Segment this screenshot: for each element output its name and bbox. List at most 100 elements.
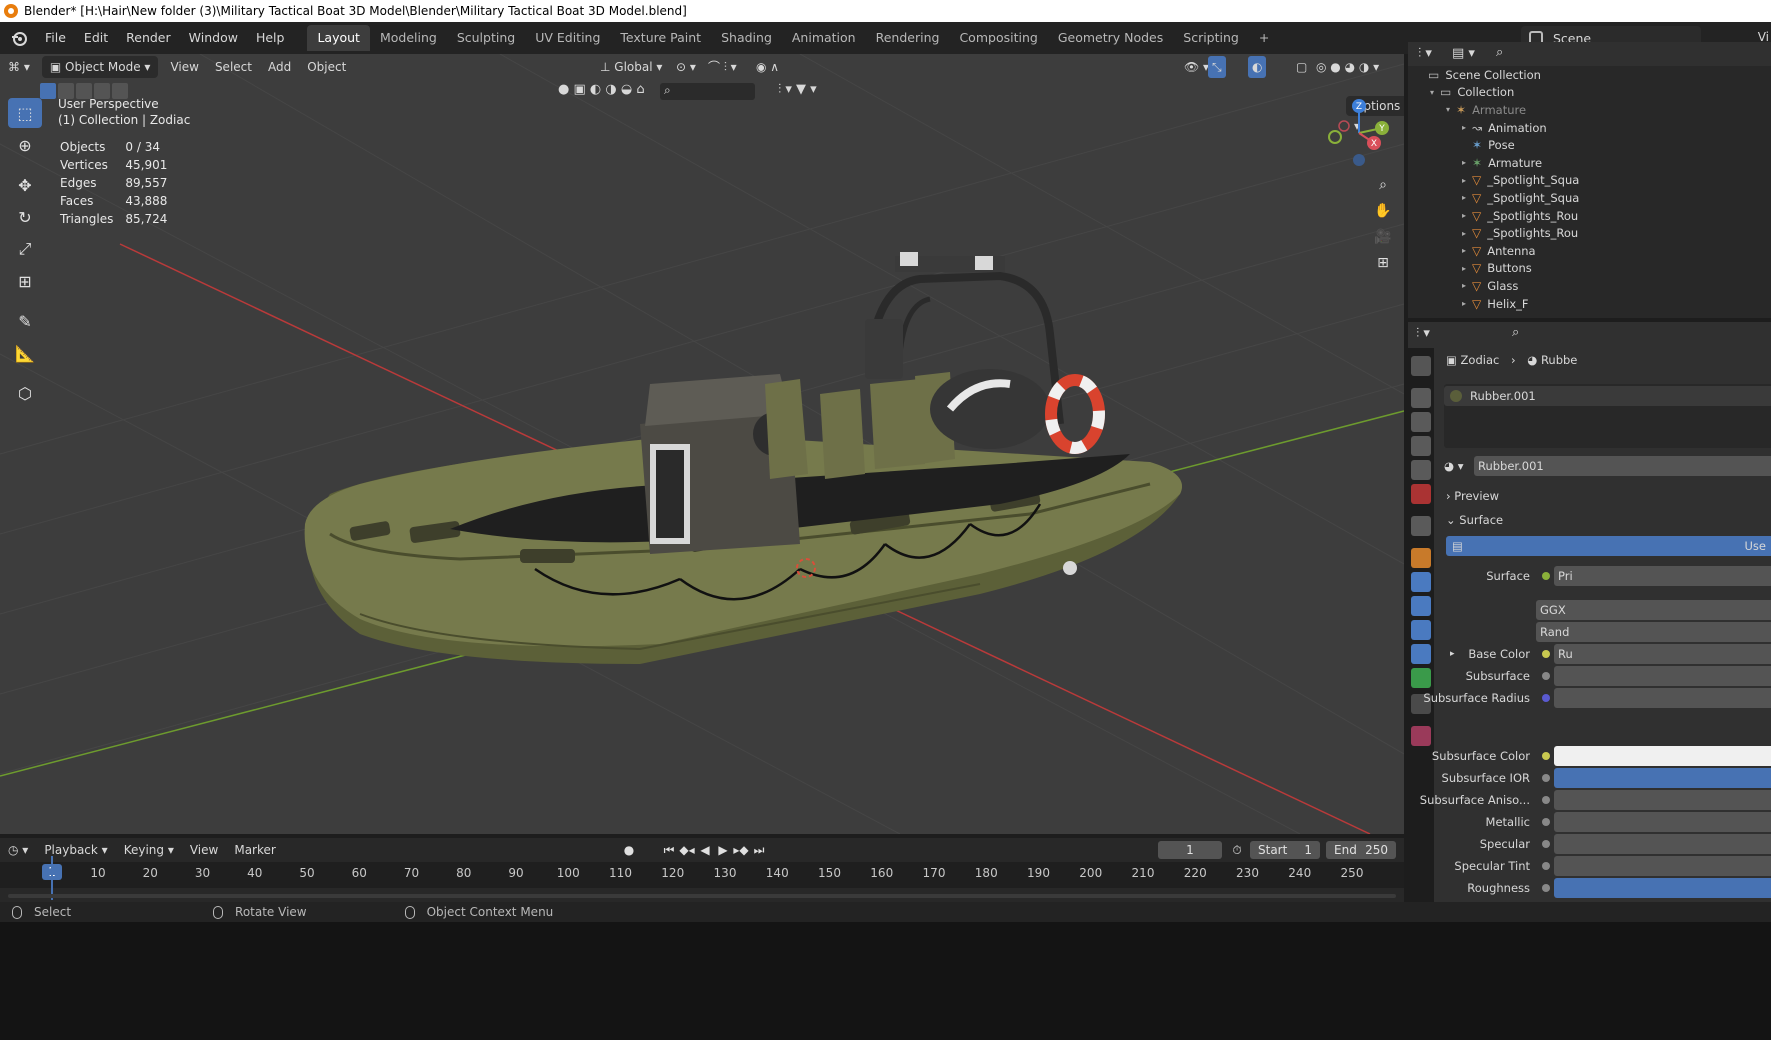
transform-tool-icon[interactable]: ⊞ [8, 266, 42, 296]
gizmo-toggle-icon[interactable]: ⤡ [1208, 56, 1226, 78]
shader-input-field[interactable]: Rand [1536, 622, 1771, 642]
socket-icon[interactable] [1542, 650, 1550, 658]
shader-input-field[interactable]: Ru [1554, 644, 1771, 664]
physics-tab-icon[interactable] [1411, 620, 1431, 640]
expand-right-icon[interactable]: ▸ [1462, 264, 1472, 273]
socket-icon[interactable] [1542, 884, 1550, 892]
menu-help[interactable]: Help [247, 22, 294, 54]
viewport-menu-object[interactable]: Object [299, 56, 354, 78]
shader-input-field[interactable] [1554, 666, 1771, 686]
surface-panel-header[interactable]: ⌄ Surface [1446, 510, 1771, 530]
record-icon[interactable]: ● [620, 840, 638, 860]
object-filter-icons[interactable]: ● ▣ ◐ ◑ ◒ ⌂ [558, 82, 645, 97]
material-name-field[interactable]: Rubber.001 [1474, 456, 1771, 476]
outliner-editor-icon[interactable]: ⫶ ▾ [1418, 46, 1432, 61]
outliner-row[interactable]: ✶ Pose [1408, 136, 1771, 154]
socket-icon[interactable] [1542, 840, 1550, 848]
shader-input-field[interactable] [1554, 834, 1771, 854]
jump-start-icon[interactable]: ⏮ [660, 840, 678, 860]
outliner-row[interactable]: ▸ ▽ Antenna [1408, 242, 1771, 260]
outliner-row[interactable]: ▸ ▽ _Spotlights_Rou [1408, 207, 1771, 225]
timeline-editor-type-icon[interactable]: ◷ ▾ [0, 839, 36, 861]
expand-right-icon[interactable]: ▸ [1462, 299, 1472, 308]
expand-right-icon[interactable]: ▸ [1462, 158, 1472, 167]
outliner-row[interactable]: ▸ ▽ Glass [1408, 277, 1771, 295]
particles-tab-icon[interactable] [1411, 596, 1431, 616]
snap-icon[interactable]: ⌒ ⫶ ▾ [700, 56, 745, 78]
shader-input-field[interactable] [1554, 746, 1771, 766]
expand-right-icon[interactable]: ▸ [1450, 644, 1455, 664]
material-slot-list[interactable]: Rubber.001 [1444, 384, 1771, 448]
expand-right-icon[interactable]: ▸ [1462, 281, 1472, 290]
timeline-menu-view[interactable]: View [182, 839, 226, 861]
annotate-tool-icon[interactable]: ✎ [8, 306, 42, 336]
zoom-icon[interactable]: ⌕ [1372, 174, 1394, 196]
filter-icon[interactable]: ⫶ ▾ ▼ ▾ [778, 82, 817, 97]
tab-geometry-nodes[interactable]: Geometry Nodes [1048, 25, 1173, 51]
properties-editor-icon[interactable]: ⫶ ▾ [1416, 326, 1430, 341]
socket-icon[interactable] [1542, 752, 1550, 760]
menu-file[interactable]: File [36, 22, 75, 54]
expand-right-icon[interactable]: ▸ [1462, 211, 1472, 220]
tab-layout[interactable]: Layout [307, 25, 370, 51]
socket-icon[interactable] [1542, 818, 1550, 826]
data-tab-icon[interactable] [1411, 668, 1431, 688]
outliner-row[interactable]: ▾ ▭ Collection [1408, 84, 1771, 102]
timeline-menu-marker[interactable]: Marker [226, 839, 283, 861]
play-reverse-icon[interactable]: ◀ [696, 840, 714, 860]
material-selector[interactable]: ◕ ▾ Rubber.001 [1444, 456, 1771, 476]
shader-input-field[interactable] [1554, 878, 1771, 898]
tab-modeling[interactable]: Modeling [370, 25, 447, 51]
outliner-row[interactable]: ▭ Scene Collection [1408, 66, 1771, 84]
outliner-row[interactable]: ▸ ▽ Buttons [1408, 260, 1771, 278]
shader-input-field[interactable] [1554, 768, 1771, 788]
object-tab-icon[interactable] [1411, 548, 1431, 568]
socket-icon[interactable] [1542, 796, 1550, 804]
add-workspace-button[interactable]: + [1249, 25, 1279, 51]
camera-view-icon[interactable]: 🎥 [1372, 226, 1394, 248]
preview-range-icon[interactable]: ⏱ [1228, 840, 1246, 860]
socket-icon[interactable] [1542, 672, 1550, 680]
scale-tool-icon[interactable]: ⤢ [8, 234, 42, 264]
socket-icon[interactable] [1542, 862, 1550, 870]
overlay-toggle-icon[interactable]: ◐ [1248, 56, 1267, 78]
material-slot-item[interactable]: Rubber.001 [1444, 386, 1771, 406]
tab-scripting[interactable]: Scripting [1173, 25, 1249, 51]
measure-tool-icon[interactable]: 📐 [8, 338, 42, 368]
constraints-tab-icon[interactable] [1411, 644, 1431, 664]
pivot-icon[interactable]: ⊙ ▾ [668, 56, 704, 78]
tab-texture-paint[interactable]: Texture Paint [610, 25, 711, 51]
play-icon[interactable]: ▶ [714, 840, 732, 860]
display-mode-icon[interactable]: ▤ ▾ [1452, 46, 1475, 61]
socket-icon[interactable] [1542, 774, 1550, 782]
tab-shading[interactable]: Shading [711, 25, 782, 51]
editor-type-button[interactable]: ⌘ ▾ [0, 56, 38, 78]
outliner-search-icon[interactable]: ⌕ [1496, 45, 1503, 60]
socket-icon[interactable] [1542, 572, 1550, 580]
outliner-row[interactable]: ▸ ▽ Helix_F [1408, 295, 1771, 313]
tab-rendering[interactable]: Rendering [866, 25, 950, 51]
3d-viewport[interactable]: ⌘ ▾ ▣ Object Mode ▾ View Select Add Obje… [0, 54, 1404, 834]
expand-right-icon[interactable]: ▸ [1462, 229, 1472, 238]
outliner-row[interactable]: ▾ ✶ Armature [1408, 101, 1771, 119]
tab-animation[interactable]: Animation [782, 25, 866, 51]
collection-tab-icon[interactable] [1411, 516, 1431, 536]
viewport-menu-view[interactable]: View [162, 56, 206, 78]
mode-dropdown[interactable]: ▣ Object Mode ▾ [41, 56, 159, 78]
jump-end-icon[interactable]: ⏭ [750, 840, 768, 860]
scene-tab-icon[interactable] [1411, 460, 1431, 480]
next-keyframe-icon[interactable]: ▸◆ [732, 840, 750, 860]
expand-right-icon[interactable]: ▸ [1462, 176, 1472, 185]
end-frame-field[interactable]: End 250 [1326, 841, 1396, 859]
world-tab-icon[interactable] [1411, 484, 1431, 504]
shader-input-field[interactable] [1554, 790, 1771, 810]
move-tool-icon[interactable]: ✥ [8, 170, 42, 200]
menu-edit[interactable]: Edit [75, 22, 117, 54]
start-frame-field[interactable]: Start 1 [1250, 841, 1320, 859]
tab-compositing[interactable]: Compositing [949, 25, 1047, 51]
texture-tab-icon[interactable] [1411, 726, 1431, 746]
outliner-row[interactable]: ▸ ▽ _Spotlights_Rou [1408, 224, 1771, 242]
render-tab-icon[interactable] [1411, 388, 1431, 408]
outliner-row[interactable]: ▸ ▽ _Spotlight_Squa [1408, 172, 1771, 190]
prev-keyframe-icon[interactable]: ◆◂ [678, 840, 696, 860]
